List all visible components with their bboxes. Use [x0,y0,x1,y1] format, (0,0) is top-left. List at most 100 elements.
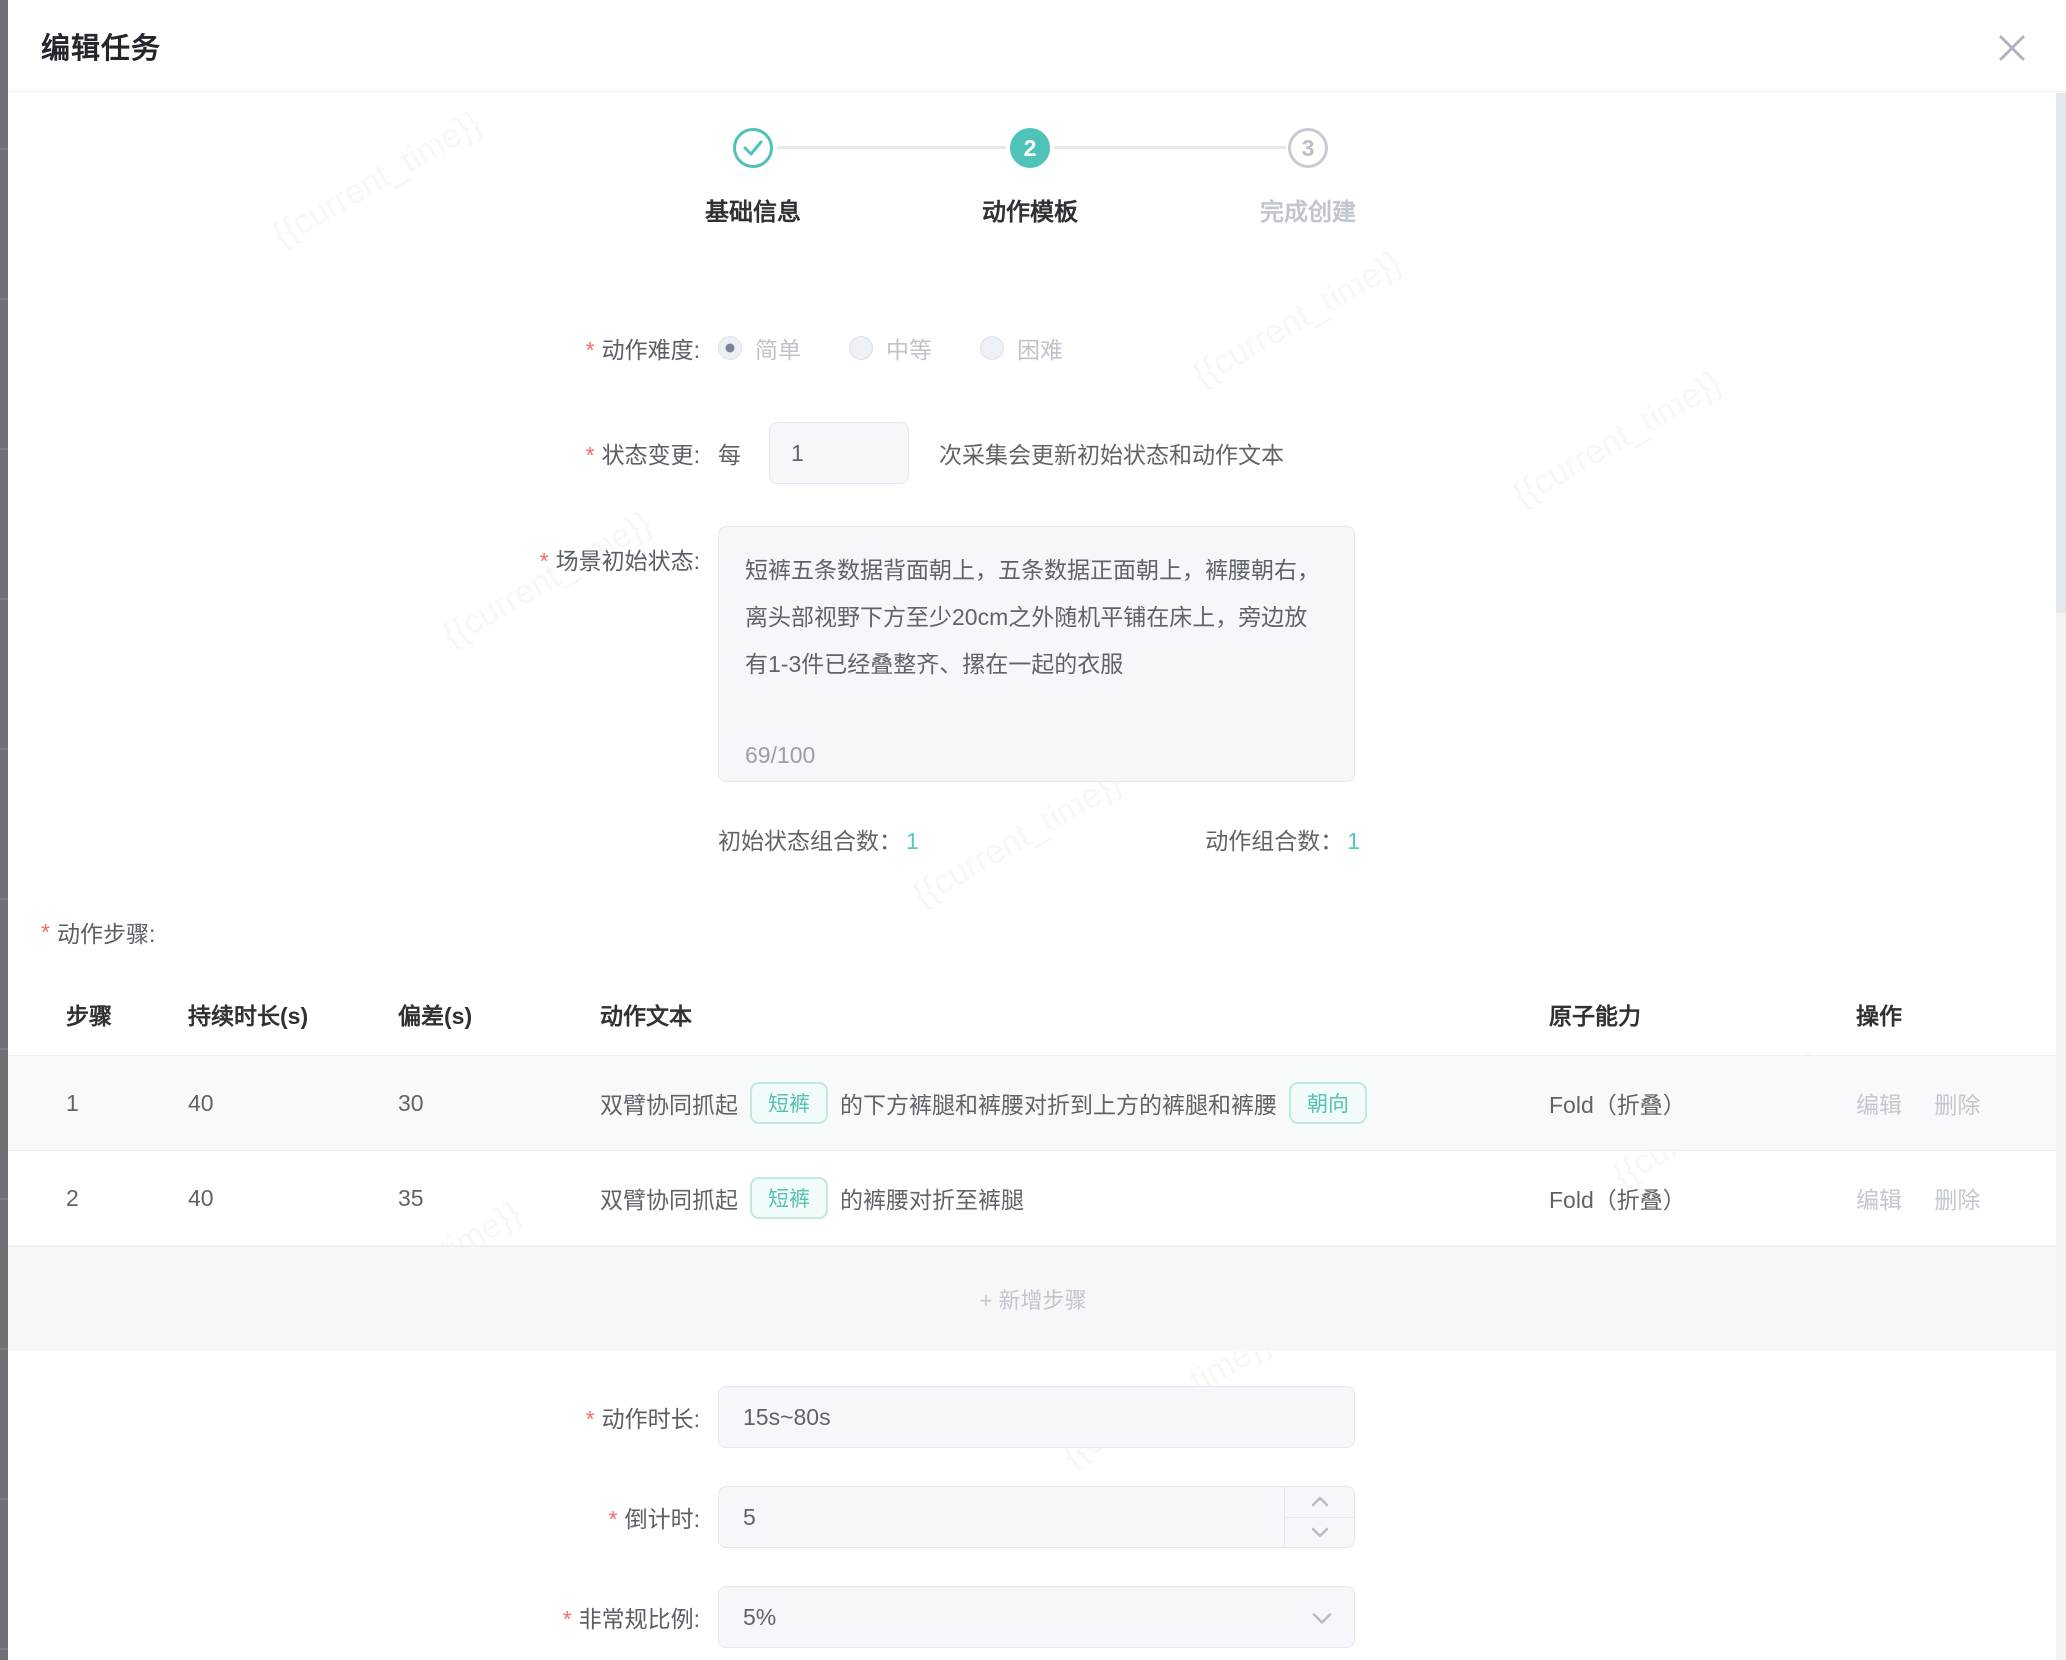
initial-combo-count: 初始状态组合数：1 [718,822,919,856]
unusual-ratio-row: *非常规比例: 5% [0,1586,2066,1648]
delete-button[interactable]: 删除 [1934,1187,1980,1213]
add-step-button[interactable]: + 新增步骤 [0,1246,2066,1351]
dialog-title: 编辑任务 [41,25,161,67]
required-mark: * [563,1606,572,1632]
operations-cell: 编辑 删除 [1856,1181,2046,1215]
chevron-up-icon [1311,1496,1329,1507]
edit-button[interactable]: 编辑 [1856,1187,1902,1213]
duration-label: *动作时长: [0,1400,700,1434]
scrollbar-thumb[interactable] [2056,93,2066,613]
required-mark: * [586,337,595,363]
background-page-edge [0,0,8,1660]
step-2-number: 2 [1024,135,1037,162]
difficulty-label: *动作难度: [0,331,700,365]
number-spinner [1284,1487,1354,1547]
object-tag: 短裤 [750,1082,828,1124]
required-mark: * [540,548,549,574]
scrollbar[interactable] [2056,93,2066,1660]
step-1-indicator [733,128,773,168]
step-1-label: 基础信息 [705,192,801,227]
state-change-suffix: 次采集会更新初始状态和动作文本 [939,436,1284,470]
delete-button[interactable]: 删除 [1934,1092,1980,1118]
duration-row: *动作时长: 15s~80s [0,1386,2066,1448]
combination-counts: 初始状态组合数：1 动作组合数：1 [718,824,1360,854]
chevron-down-icon [1312,1613,1332,1625]
operations-cell: 编辑 删除 [1856,1086,2046,1120]
radio-medium-label: 中等 [886,331,932,365]
spinner-up-button[interactable] [1285,1487,1354,1518]
table-row: 2 40 35 双臂协同抓起 短裤 的裤腰对折至裤腿 Fold（折叠） 编辑 删… [0,1151,2066,1246]
radio-simple-label: 简单 [755,331,801,365]
watermark: {{current_time}} [1186,244,1408,395]
state-change-input[interactable]: 1 [769,422,909,484]
action-text-cell: 双臂协同抓起 短裤 的下方裤腿和裤腰对折到上方的裤腿和裤腰 朝向 [600,1082,1549,1124]
spinner-down-button[interactable] [1285,1518,1354,1548]
difficulty-row: *动作难度: 简单 中等 困难 [0,328,2066,368]
initial-state-text: 短裤五条数据背面朝上，五条数据正面朝上，裤腰朝右，离头部视野下方至少20cm之外… [745,547,1328,688]
state-change-prefix: 每 [718,436,741,470]
radio-hard[interactable]: 困难 [980,331,1063,365]
table-header-row: 步骤 持续时长(s) 偏差(s) 动作文本 原子能力 操作 [0,973,2066,1056]
object-tag: 短裤 [750,1177,828,1219]
check-icon [743,140,763,156]
header-duration: 持续时长(s) [188,997,398,1031]
countdown-row: *倒计时: 5 [0,1486,2066,1548]
ability-cell: Fold（折叠） [1549,1181,1856,1215]
chevron-down-icon [1311,1527,1329,1538]
dialog-header: 编辑任务 [0,0,2066,92]
unusual-ratio-label: *非常规比例: [0,1600,700,1634]
deviation-cell: 35 [398,1185,600,1212]
required-mark: * [586,1406,595,1432]
required-mark: * [586,442,595,468]
header-action-text: 动作文本 [600,997,1549,1031]
action-combo-value: 1 [1347,828,1360,854]
duration-input[interactable]: 15s~80s [718,1386,1355,1448]
initial-state-textarea[interactable]: 短裤五条数据背面朝上，五条数据正面朝上，裤腰朝右，离头部视野下方至少20cm之外… [718,526,1355,782]
initial-state-label: *场景初始状态: [0,526,700,576]
action-steps-table: 步骤 持续时长(s) 偏差(s) 动作文本 原子能力 操作 1 40 30 双臂… [0,973,2066,1351]
step-connector [777,146,1006,149]
radio-button-icon [980,336,1004,360]
radio-button-icon [718,336,742,360]
header-operations: 操作 [1856,997,2046,1031]
state-change-label: *状态变更: [0,436,700,470]
step-cell: 1 [66,1090,188,1117]
table-row: 1 40 30 双臂协同抓起 短裤 的下方裤腿和裤腰对折到上方的裤腿和裤腰 朝向… [0,1056,2066,1151]
duration-cell: 40 [188,1090,398,1117]
char-counter: 69/100 [745,742,815,769]
close-button[interactable] [1990,26,2034,70]
stepper: 基础信息 2 动作模板 3 完成创建 [0,92,2066,222]
header-deviation: 偏差(s) [398,997,600,1031]
step-2-label: 动作模板 [982,192,1078,227]
orientation-tag: 朝向 [1289,1082,1367,1124]
step-2-indicator: 2 [1010,128,1050,168]
duration-cell: 40 [188,1185,398,1212]
countdown-input[interactable]: 5 [718,1486,1355,1548]
ability-cell: Fold（折叠） [1549,1086,1856,1120]
required-mark: * [609,1506,618,1532]
radio-button-icon [849,336,873,360]
radio-simple[interactable]: 简单 [718,331,801,365]
countdown-label: *倒计时: [0,1500,700,1534]
edit-task-dialog: {{current_time}} {{current_time}} {{curr… [0,0,2066,1660]
radio-hard-label: 困难 [1017,331,1063,365]
action-text-cell: 双臂协同抓起 短裤 的裤腰对折至裤腿 [600,1177,1549,1219]
step-3-number: 3 [1302,135,1315,162]
deviation-cell: 30 [398,1090,600,1117]
step-cell: 2 [66,1185,188,1212]
step-3-indicator: 3 [1288,128,1328,168]
required-mark: * [41,919,50,946]
close-icon [1997,33,2027,63]
state-change-row: *状态变更: 每 1 次采集会更新初始状态和动作文本 [0,422,2066,484]
edit-button[interactable]: 编辑 [1856,1092,1902,1118]
header-ability: 原子能力 [1549,997,1856,1031]
step-3-label: 完成创建 [1260,192,1356,227]
radio-medium[interactable]: 中等 [849,331,932,365]
unusual-ratio-select[interactable]: 5% [718,1586,1355,1648]
difficulty-options: 简单 中等 困难 [718,331,1111,365]
step-connector [1054,146,1286,149]
initial-state-row: *场景初始状态: 短裤五条数据背面朝上，五条数据正面朝上，裤腰朝右，离头部视野下… [0,526,2066,782]
header-step: 步骤 [66,997,188,1031]
action-steps-section-label: * 动作步骤: [0,917,2066,947]
action-combo-count: 动作组合数：1 [1205,822,1360,856]
